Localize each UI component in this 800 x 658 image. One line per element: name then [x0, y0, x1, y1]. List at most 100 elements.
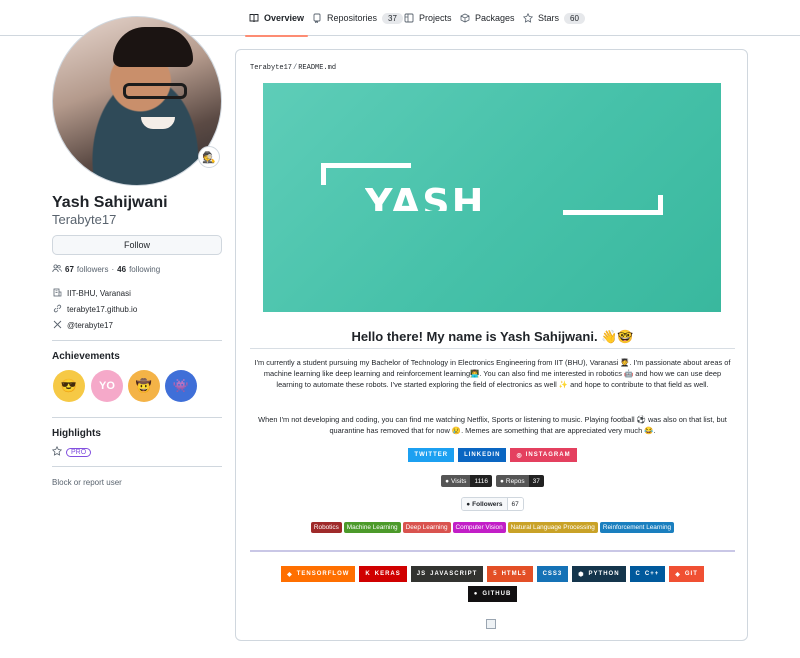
achievements-title: Achievements	[52, 351, 120, 362]
readme-heading: Hello there! My name is Yash Sahijwani. …	[351, 329, 634, 344]
git-label: GIT	[684, 571, 698, 577]
x-logo-icon	[52, 320, 62, 331]
status-emoji-button[interactable]: 🕵	[198, 146, 220, 168]
achievement-yolo-glyph: YO	[99, 380, 115, 392]
stars-count: 60	[564, 12, 585, 24]
git-badge: ◆ GIT	[669, 566, 704, 582]
visits-label: Visits	[451, 477, 467, 485]
tab-overview-label: Overview	[264, 13, 305, 23]
tab-packages[interactable]: Packages	[460, 0, 515, 36]
highlights-title: Highlights	[52, 428, 101, 439]
topic-machine-learning: Machine Learning	[343, 522, 401, 533]
following-label[interactable]: following	[129, 265, 160, 274]
tab-repositories-label: Repositories	[327, 13, 378, 23]
keras-badge: K KERAS	[359, 566, 407, 582]
broken-image-icon	[486, 619, 496, 629]
instagram-badge[interactable]: ◎ INSTAGRAM	[510, 448, 577, 462]
github-icon: ●	[466, 500, 471, 508]
cpp-icon: C	[635, 571, 641, 577]
tab-projects[interactable]: Projects	[404, 0, 452, 36]
followers-badge-label: Followers	[472, 500, 503, 508]
javascript-label: JAVASCRIPT	[430, 571, 478, 577]
linkedin-badge[interactable]: LINKEDIN	[458, 448, 507, 462]
readme-file-link[interactable]: README.md	[298, 64, 336, 72]
python-label: PYTHON	[588, 571, 620, 577]
achievement-badge-1[interactable]: 😎	[53, 370, 85, 402]
profile-x-handle[interactable]: @terabyte17	[67, 321, 113, 330]
achievement-1-glyph: 😎	[60, 378, 78, 393]
achievement-3-glyph: 🤠	[135, 378, 153, 393]
profile-website-link[interactable]: terabyte17.github.io	[67, 305, 137, 314]
tab-projects-label: Projects	[419, 13, 452, 23]
follow-button[interactable]: Follow	[52, 235, 222, 255]
readme-banner-image: YASH SAHIJWANI	[263, 83, 721, 312]
avatar-smile	[141, 117, 175, 129]
github-icon: ●	[445, 477, 450, 485]
following-count[interactable]: 46	[117, 265, 126, 274]
readme-owner-link[interactable]: Terabyte17	[250, 64, 292, 72]
github-followers-badge[interactable]: ● Followers 67	[461, 497, 524, 511]
profile-org-text: IIT-BHU, Varanasi	[67, 289, 131, 298]
tab-overview[interactable]: Overview	[244, 0, 309, 37]
sidebar-divider	[52, 340, 222, 341]
project-icon	[404, 13, 414, 23]
topic-badges: Robotics Machine Learning Deep Learning …	[236, 522, 749, 533]
sidebar-divider	[52, 417, 222, 418]
keras-label: KERAS	[374, 571, 401, 577]
github-badge-row: ● GITHUB	[236, 586, 749, 602]
instagram-label: INSTAGRAM	[525, 452, 571, 458]
status-emoji: 🕵	[202, 151, 216, 164]
banner-name-text: YASH SAHIJWANI	[365, 181, 486, 211]
tensorflow-label: TENSORFLOW	[296, 571, 350, 577]
followers-count[interactable]: 67	[65, 265, 74, 274]
tech-badges: ◆ TENSORFLOW K KERAS JS JAVASCRIPT 5 HTML5 C…	[236, 566, 749, 582]
block-report-link[interactable]: Block or report user	[52, 478, 122, 487]
twitter-badge[interactable]: TWITTER	[408, 448, 455, 462]
html5-badge: 5 HTML5	[487, 566, 533, 582]
followers-badge-value: 67	[507, 498, 523, 510]
tensorflow-icon: ◆	[287, 571, 293, 578]
people-icon	[52, 264, 62, 275]
achievement-badge-3[interactable]: 🤠	[128, 370, 160, 402]
followers-label[interactable]: followers	[77, 265, 109, 274]
tab-repositories[interactable]: Repositories 37	[312, 0, 403, 36]
book-icon	[249, 13, 259, 23]
topic-deep-learning: Deep Learning	[402, 522, 451, 533]
profile-website[interactable]: terabyte17.github.io	[52, 304, 137, 315]
tab-stars[interactable]: Stars 60	[523, 0, 585, 36]
python-icon: ⬢	[578, 571, 585, 578]
achievement-badge-4[interactable]: 👾	[165, 370, 197, 402]
html5-icon: 5	[493, 571, 498, 577]
python-badge: ⬢ PYTHON	[572, 566, 626, 582]
github-icon: ●	[499, 477, 504, 485]
tab-stars-label: Stars	[538, 13, 560, 23]
css3-badge: CSS3	[536, 566, 569, 582]
star-icon	[523, 13, 533, 23]
social-badges: TWITTER LINKEDIN ◎ INSTAGRAM	[236, 448, 749, 462]
sidebar-divider	[52, 466, 222, 467]
visits-value: 1116	[470, 475, 492, 487]
javascript-icon: JS	[416, 571, 427, 577]
heading-rule	[250, 348, 735, 349]
html5-label: HTML5	[501, 571, 527, 577]
follow-stats: 67 followers · 46 following	[52, 264, 160, 275]
tab-packages-label: Packages	[475, 13, 515, 23]
avatar-hair	[113, 27, 193, 67]
repo-icon	[312, 13, 322, 23]
javascript-badge: JS JAVASCRIPT	[410, 566, 484, 582]
avatar[interactable]	[52, 16, 222, 186]
repos-badge[interactable]: ● Repos 37	[495, 475, 544, 487]
profile-fullname: Yash Sahijwani	[52, 194, 168, 211]
star-icon	[51, 445, 63, 458]
achievement-badge-yolo[interactable]: YO	[91, 370, 123, 402]
pro-badge: PRO	[66, 447, 92, 457]
repos-label: Repos	[505, 477, 525, 485]
followers-badge-row: ● Followers 67	[236, 497, 749, 511]
profile-x[interactable]: @terabyte17	[52, 320, 113, 331]
package-icon	[460, 13, 470, 23]
follow-separator: ·	[111, 265, 115, 274]
visits-badge[interactable]: ● Visits 1116	[441, 475, 492, 487]
css3-label: CSS3	[542, 571, 563, 577]
tensorflow-badge: ◆ TENSORFLOW	[281, 566, 356, 582]
cpp-badge: C C++	[629, 566, 666, 582]
